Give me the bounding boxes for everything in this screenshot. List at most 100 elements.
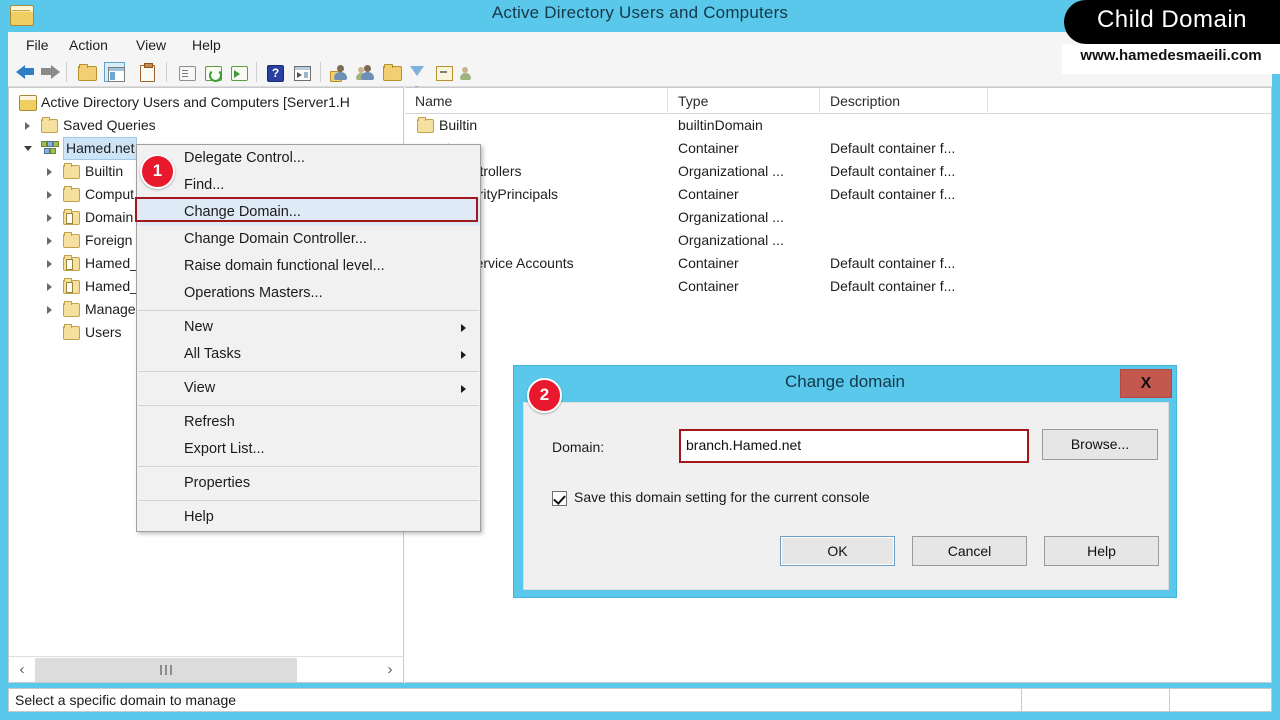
column-header-description[interactable]: Description (820, 88, 988, 114)
tree-item-label: Builtin (85, 163, 124, 179)
ou-icon (63, 255, 80, 271)
menu-item-delegate-control[interactable]: Delegate Control... (137, 145, 480, 172)
scroll-right-icon[interactable]: › (378, 658, 402, 682)
menu-item-change-domain-controller[interactable]: Change Domain Controller... (137, 226, 480, 253)
menu-item-new[interactable]: New (137, 314, 480, 341)
tree-item-label: Saved Queries (63, 117, 156, 133)
change-domain-dialog: Change domain X Domain: branch.Hamed.net… (513, 365, 1177, 598)
toolbar-separator (256, 62, 257, 82)
menu-view[interactable]: View (130, 36, 172, 54)
grip-icon (160, 665, 172, 675)
menu-item-export-list[interactable]: Export List... (137, 436, 480, 463)
new-ou-icon[interactable] (381, 62, 402, 82)
tree-item-label: Users (85, 324, 122, 340)
table-row[interactable]: uters Container Default container f... (405, 137, 1271, 160)
help-button[interactable]: Help (1044, 536, 1159, 566)
refresh-icon[interactable] (202, 62, 223, 82)
chevron-right-icon[interactable] (47, 214, 52, 222)
cell-type: Organizational ... (678, 209, 784, 225)
scroll-left-icon[interactable]: ‹ (10, 658, 34, 682)
table-row[interactable]: d_IT Organizational ... (405, 206, 1271, 229)
cancel-button[interactable]: Cancel (912, 536, 1027, 566)
menu-item-view[interactable]: View (137, 375, 480, 402)
folder-icon (63, 186, 80, 202)
folder-icon (63, 324, 80, 340)
menu-separator (138, 500, 479, 501)
status-divider (1169, 689, 1170, 711)
table-row[interactable]: Builtin builtinDomain (405, 114, 1271, 137)
tree-item-label: Active Directory Users and Computers [Se… (41, 94, 350, 110)
table-row[interactable]: ged Service Accounts Container Default c… (405, 252, 1271, 275)
menu-item-find[interactable]: Find... (137, 172, 480, 199)
menu-separator (138, 310, 479, 311)
menu-action[interactable]: Action (63, 36, 114, 54)
up-one-level-icon[interactable] (76, 62, 97, 82)
properties-icon[interactable] (136, 62, 157, 82)
menu-help[interactable]: Help (186, 36, 227, 54)
menu-item-refresh[interactable]: Refresh (137, 409, 480, 436)
watermark: Child Domain www.hamedesmaeili.com (1060, 0, 1280, 80)
tree-item-label: Manage (85, 301, 136, 317)
watermark-title: Child Domain (1096, 6, 1248, 33)
table-row[interactable]: Container Default container f... (405, 275, 1271, 298)
help-icon[interactable]: ? (264, 62, 285, 82)
folder-icon (417, 117, 434, 133)
domain-input[interactable]: branch.Hamed.net (679, 429, 1029, 463)
menu-item-label: New (184, 319, 214, 335)
console-tree-icon[interactable] (291, 62, 312, 82)
chevron-right-icon[interactable] (25, 122, 30, 130)
table-row[interactable]: nSecurityPrincipals Container Default co… (405, 183, 1271, 206)
menu-item-operations-masters[interactable]: Operations Masters... (137, 280, 480, 307)
scrollbar-track[interactable] (35, 658, 377, 682)
cell-type: Organizational ... (678, 232, 784, 248)
chevron-right-icon[interactable] (47, 260, 52, 268)
cell-name: Builtin (439, 117, 478, 133)
menu-item-properties[interactable]: Properties (137, 470, 480, 497)
watermark-url: www.hamedesmaeili.com (1080, 47, 1262, 64)
menu-item-change-domain[interactable]: Change Domain... (135, 197, 480, 226)
tree-item-label: Domain (85, 209, 134, 225)
tree-item-label: Comput (85, 186, 135, 202)
folder-icon (63, 301, 80, 317)
menu-item-help[interactable]: Help (137, 504, 480, 531)
menu-item-raise-domain-functional-level[interactable]: Raise domain functional level... (137, 253, 480, 280)
new-window-icon[interactable] (176, 62, 197, 82)
new-user-icon[interactable] (328, 62, 349, 82)
chevron-right-icon[interactable] (47, 306, 52, 314)
table-row[interactable]: d_IT2 Organizational ... (405, 229, 1271, 252)
browse-button[interactable]: Browse... (1042, 429, 1158, 460)
export-list-icon[interactable] (228, 62, 249, 82)
show-hide-tree-icon[interactable] (104, 62, 125, 82)
filter-icon[interactable] (407, 62, 428, 91)
dialog-body: Domain: branch.Hamed.net Browse... Save … (523, 402, 1169, 590)
close-icon[interactable]: X (1120, 369, 1172, 398)
new-group-icon[interactable] (355, 62, 376, 82)
tree-horizontal-scrollbar[interactable]: ‹ › (9, 656, 403, 682)
save-domain-label[interactable]: Save this domain setting for the current… (574, 489, 870, 505)
ok-button[interactable]: OK (780, 536, 895, 566)
toolbar-separator (66, 62, 67, 82)
menu-item-all-tasks[interactable]: All Tasks (137, 341, 480, 368)
chevron-right-icon[interactable] (47, 283, 52, 291)
cell-description: Default container f... (830, 278, 956, 294)
chevron-right-icon[interactable] (47, 191, 52, 199)
find-icon[interactable] (433, 62, 454, 82)
chevron-right-icon[interactable] (47, 168, 52, 176)
save-domain-checkbox[interactable] (552, 491, 567, 506)
menu-file[interactable]: File (20, 36, 55, 54)
column-header-name[interactable]: Name (405, 88, 668, 114)
adue-window: Active Directory Users and Computers Fil… (0, 0, 1280, 720)
tree-item-label: Hamed.net (63, 137, 138, 160)
cell-type: Container (678, 255, 739, 271)
forward-arrow-icon[interactable] (38, 62, 60, 82)
scrollbar-thumb[interactable] (35, 658, 297, 682)
cell-type: Organizational ... (678, 163, 784, 179)
delegate-icon[interactable] (459, 62, 480, 82)
back-arrow-icon[interactable] (14, 62, 35, 82)
chevron-right-icon[interactable] (47, 237, 52, 245)
table-row[interactable]: in Controllers Organizational ... Defaul… (405, 160, 1271, 183)
column-header-type[interactable]: Type (668, 88, 820, 114)
chevron-down-icon[interactable] (24, 146, 32, 151)
folder-icon (41, 117, 58, 133)
context-menu[interactable]: Delegate Control... Find... Change Domai… (135, 144, 481, 532)
